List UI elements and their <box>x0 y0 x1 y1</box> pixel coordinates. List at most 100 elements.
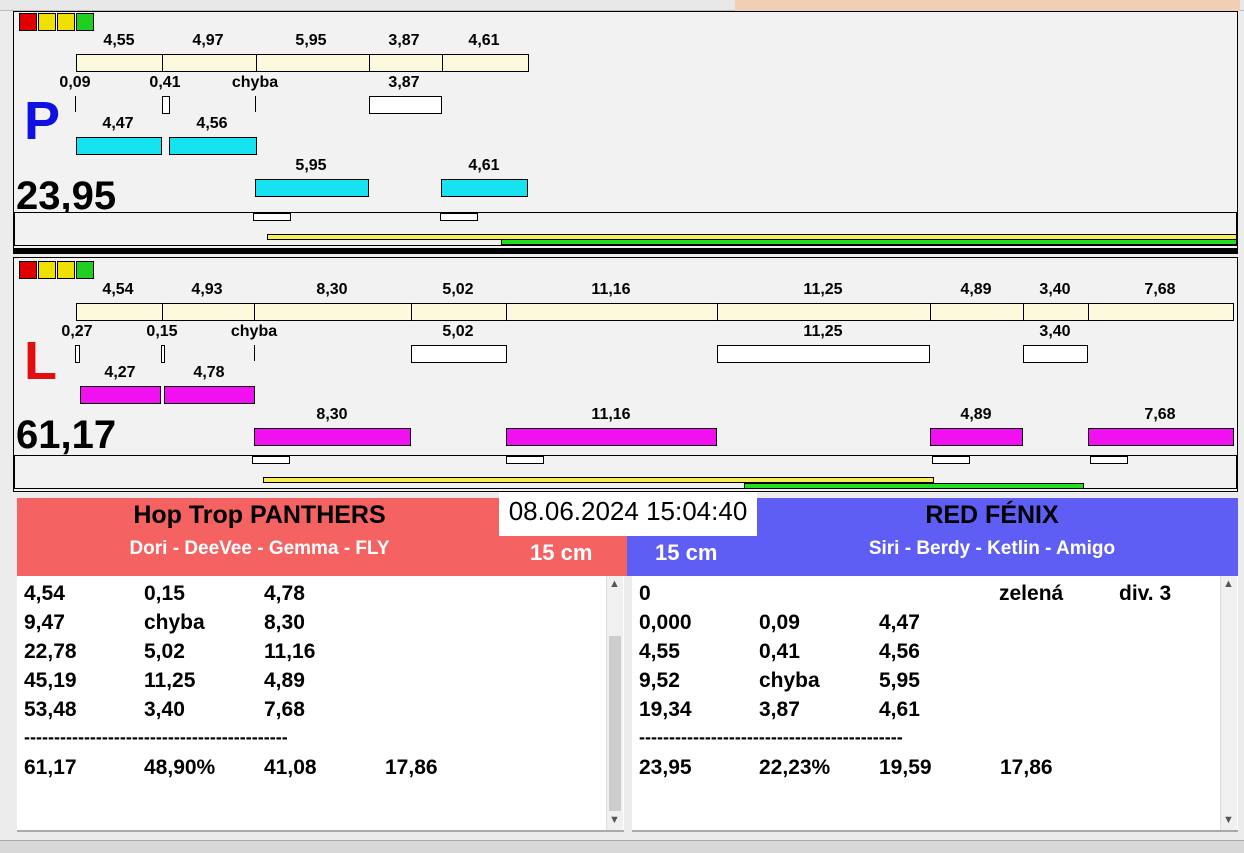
segment-bar <box>256 54 370 72</box>
split-bar <box>411 345 507 363</box>
table-cell: div. 3 <box>1119 582 1172 605</box>
segment-bar <box>162 303 255 321</box>
segment-bar <box>76 54 163 72</box>
scroll-down-icon[interactable]: ▼ <box>609 814 620 826</box>
table-cell: 41,08 <box>264 756 317 779</box>
seg-label: 4,93 <box>191 281 223 298</box>
right-team-name: RED FÉNIX <box>925 501 1059 529</box>
run-label: 5,95 <box>295 157 327 174</box>
scroll-up-icon[interactable]: ▲ <box>609 578 620 590</box>
table-cell: 7,68 <box>264 698 305 721</box>
traffic-lights <box>19 261 95 279</box>
table-cell: 8,30 <box>264 611 305 634</box>
left-team-height: 15 cm <box>530 540 593 565</box>
split-label: 0,15 <box>146 323 178 340</box>
table-cell: 48,90% <box>144 756 216 779</box>
run-bar <box>441 179 528 197</box>
run-bar <box>164 386 255 404</box>
seg-label: 4,61 <box>468 32 500 49</box>
lane-letter: P <box>24 91 61 151</box>
panel-separator <box>13 249 1238 254</box>
table-cell: 53,48 <box>24 698 77 721</box>
marker-box <box>506 456 544 464</box>
seg-label: 4,89 <box>960 281 992 298</box>
table-cell: 4,54 <box>24 582 65 605</box>
segment-bar <box>506 303 718 321</box>
table-cell: 4,78 <box>264 582 305 605</box>
table-cell: 19,59 <box>879 756 932 779</box>
left-table-scrollbar[interactable]: ▲ ▼ <box>606 576 623 830</box>
table-cell: 3,40 <box>144 698 185 721</box>
marker-box <box>440 213 478 221</box>
split-bar <box>75 345 80 363</box>
segment-bar <box>717 303 931 321</box>
top-progress-highlight <box>735 0 1240 11</box>
seg-label: 5,95 <box>295 32 327 49</box>
top-run-panel: P 23,95 4,55 4,97 5,95 3,87 4,61 0,09 0,… <box>13 11 1238 249</box>
right-team-members: Siri - Berdy - Ketlin - Amigo <box>868 538 1116 559</box>
segment-bar <box>254 303 412 321</box>
table-cell: 45,19 <box>24 669 77 692</box>
split-label: 0,41 <box>149 74 181 91</box>
table-separator: ----------------------------------------… <box>639 727 903 747</box>
scroll-down-icon[interactable]: ▼ <box>1223 814 1234 826</box>
split-tick <box>254 345 255 361</box>
split-label: chyba <box>230 323 278 340</box>
run-bar <box>76 137 162 155</box>
table-cell: 5,95 <box>879 669 920 692</box>
run-label: 4,27 <box>104 364 136 381</box>
scroll-thumb[interactable] <box>609 636 621 811</box>
table-cell: 0,15 <box>144 582 185 605</box>
left-results-table[interactable]: 4,54 0,15 4,78 9,47 chyba 8,30 22,78 5,0… <box>17 576 624 832</box>
right-results-table[interactable]: 0 zelená div. 3 0,000 0,09 4,47 4,55 0,4… <box>632 576 1238 832</box>
table-cell: chyba <box>144 611 205 634</box>
lane-letter: L <box>24 331 57 391</box>
table-cell: 17,86 <box>1000 756 1053 779</box>
run-label: 4,89 <box>960 406 992 423</box>
table-cell: 4,61 <box>879 698 920 721</box>
split-bar <box>1023 345 1088 363</box>
green-light-icon <box>76 261 94 279</box>
run-bar <box>80 386 161 404</box>
yellow-light-icon <box>38 261 56 279</box>
split-tick <box>75 96 76 112</box>
split-bar <box>369 96 442 114</box>
run-label: 11,16 <box>591 406 631 423</box>
table-cell: 0,41 <box>759 640 800 663</box>
green-progress-line <box>501 239 1237 245</box>
split-label: chyba <box>231 74 279 91</box>
marker-box <box>932 456 970 464</box>
table-cell: 4,55 <box>639 640 680 663</box>
table-cell: zelená <box>999 582 1064 605</box>
table-cell: 9,47 <box>24 611 65 634</box>
traffic-lights <box>19 13 95 31</box>
split-label: 0,27 <box>61 323 93 340</box>
table-cell: 11,16 <box>264 640 316 663</box>
table-cell: 4,56 <box>879 640 920 663</box>
table-cell: 0 <box>639 582 651 605</box>
right-table-scrollbar[interactable]: ▲ ▼ <box>1220 576 1237 830</box>
red-light-icon <box>19 261 37 279</box>
run-bar <box>255 179 369 197</box>
table-cell: 0,09 <box>759 611 800 634</box>
run-label: 4,56 <box>196 115 228 132</box>
datetime-display: 08.06.2024 15:04:40 <box>499 492 757 536</box>
right-team-height: 15 cm <box>655 540 718 565</box>
scroll-up-icon[interactable]: ▲ <box>1223 578 1234 590</box>
segment-bar <box>930 303 1024 321</box>
segment-bar <box>76 303 163 321</box>
run-bar <box>254 428 411 446</box>
run-bar <box>506 428 717 446</box>
run-bar <box>930 428 1023 446</box>
table-cell: 4,47 <box>879 611 920 634</box>
split-bar <box>161 345 165 363</box>
split-bar <box>717 345 930 363</box>
table-separator: ----------------------------------------… <box>24 727 288 747</box>
table-cell: 5,02 <box>144 640 185 663</box>
table-cell: 19,34 <box>639 698 692 721</box>
seg-label: 8,30 <box>316 281 348 298</box>
left-team-name: Hop Trop PANTHERS <box>133 501 386 529</box>
marker-box <box>252 456 290 464</box>
run-label: 4,78 <box>193 364 225 381</box>
table-cell: 17,86 <box>385 756 438 779</box>
